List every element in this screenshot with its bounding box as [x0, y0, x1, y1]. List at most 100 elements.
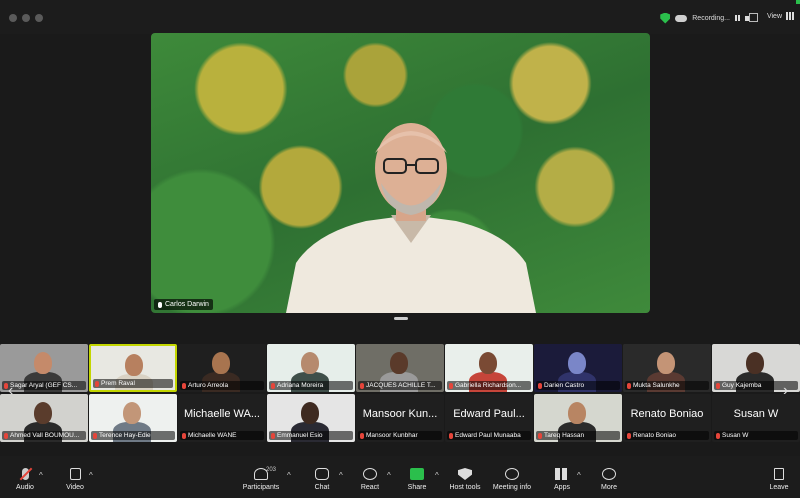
title-bar: Recording... View — [0, 0, 800, 34]
mic-muted-icon — [360, 382, 364, 389]
participant-head — [568, 402, 586, 424]
participant-head — [34, 352, 52, 374]
mic-muted-icon — [627, 432, 631, 439]
participant-display-name: Susan W — [733, 408, 779, 420]
participant-name-tag: Darien Castro — [536, 381, 620, 390]
participant-tile[interactable]: Mukta Salunkhe — [623, 344, 711, 392]
share-screen-icon — [410, 468, 424, 480]
view-button[interactable]: View — [767, 12, 794, 20]
participant-name: Sagar Aryal (GEF CS... — [10, 382, 78, 389]
more-button[interactable]: More — [579, 468, 639, 491]
meeting-toolbar: Audio ^ Video ^ 203 Participants ^ Chat … — [0, 456, 800, 498]
participant-head — [390, 352, 408, 374]
participant-head — [123, 402, 141, 424]
participant-head — [657, 352, 675, 374]
mic-muted-icon — [182, 432, 186, 439]
participant-name: Tareq Hassan — [544, 432, 585, 439]
video-button[interactable]: Video ^ — [45, 468, 105, 491]
participant-tile[interactable]: Emmanuel Esio — [267, 394, 355, 442]
participant-head — [34, 402, 52, 424]
participant-name-tag: Michaelle WANE — [180, 431, 264, 440]
participant-name-tag: Sagar Aryal (GEF CS... — [2, 381, 86, 390]
mic-on-icon — [158, 301, 162, 308]
participant-tile[interactable]: Prem Raval — [89, 344, 177, 392]
maximize-window-button[interactable] — [35, 14, 43, 22]
mic-muted-icon — [538, 432, 542, 439]
participant-name: Michaelle WANE — [188, 432, 237, 439]
participants-options-chevron-icon[interactable]: ^ — [287, 471, 291, 480]
participant-name-tag: Terence Hay-Edie — [91, 431, 175, 440]
video-camera-icon — [69, 468, 81, 480]
participant-name-tag: Renato Boniao — [625, 431, 709, 440]
participant-tile[interactable]: Gabriella Richardson... — [445, 344, 533, 392]
participant-head — [125, 354, 143, 376]
pause-recording-button[interactable] — [735, 15, 740, 21]
participant-name-tag: JACQUES ACHILLE T... — [358, 381, 442, 390]
participant-name-tag: Adriana Moreira — [269, 381, 353, 390]
mic-muted-icon — [360, 432, 364, 439]
speaker-name: Carlos Darwin — [165, 301, 209, 308]
participant-display-name: Edward Paul... — [453, 408, 525, 420]
participant-tile[interactable]: Renato Boniao Renato Boniao — [623, 394, 711, 442]
participant-tile[interactable]: JACQUES ACHILLE T... — [356, 344, 444, 392]
participant-name-tag: Mansoor Kunbhar — [358, 431, 442, 440]
mic-muted-icon — [627, 382, 631, 389]
participant-name: Susan W — [722, 432, 749, 439]
participant-tile[interactable]: Darien Castro — [534, 344, 622, 392]
mic-muted-icon — [93, 432, 97, 439]
participant-display-name: Mansoor Kun... — [362, 408, 438, 420]
video-label: Video — [66, 484, 84, 491]
participant-tile[interactable]: Susan W Susan W — [712, 394, 800, 442]
gallery-row-2: Ahmed Vall BOUMOU... Terence Hay-Edie Mich… — [0, 394, 800, 442]
participant-name-tag: Ahmed Vall BOUMOU... — [2, 431, 86, 440]
participant-tile[interactable]: Terence Hay-Edie — [89, 394, 177, 442]
gallery-next-arrow-icon[interactable]: › — [783, 382, 788, 400]
participant-tile[interactable]: Arturo Arreola — [178, 344, 266, 392]
speaker-name-tag: Carlos Darwin — [154, 299, 213, 310]
participant-name-tag: Gabriella Richardson... — [447, 381, 531, 390]
participant-name-tag: Emmanuel Esio — [269, 431, 353, 440]
apps-grid-icon — [555, 468, 569, 480]
resize-handle[interactable] — [394, 317, 408, 320]
participant-name: Ahmed Vall BOUMOU... — [10, 432, 80, 439]
mic-muted-icon — [449, 382, 453, 389]
gallery-layout-icon[interactable] — [749, 13, 758, 22]
participant-head — [301, 352, 319, 374]
cloud-recording-icon — [675, 14, 688, 22]
participant-head — [568, 352, 586, 374]
recording-label: Recording... — [692, 14, 730, 22]
video-options-chevron-icon[interactable]: ^ — [89, 471, 93, 480]
apps-label: Apps — [554, 484, 570, 491]
close-window-button[interactable] — [9, 14, 17, 22]
participant-name: Guy Kajemba — [722, 382, 762, 389]
status-indicator — [796, 0, 800, 4]
participant-name-tag: Edward Paul Munaaba — [447, 431, 531, 440]
gallery-prev-arrow-icon[interactable]: ‹ — [8, 382, 13, 400]
mic-muted-icon — [716, 382, 720, 389]
leave-button[interactable]: Leave — [749, 468, 800, 491]
minimize-window-button[interactable] — [22, 14, 30, 22]
encryption-shield-icon — [660, 12, 671, 24]
participant-name: Terence Hay-Edie — [99, 432, 151, 439]
participant-name: Darien Castro — [544, 382, 585, 389]
participant-tile[interactable]: Ahmed Vall BOUMOU... — [0, 394, 88, 442]
participant-name: Gabriella Richardson... — [455, 382, 522, 389]
active-speaker-video[interactable]: Carlos Darwin — [151, 33, 650, 313]
share-label: Share — [407, 484, 427, 491]
chat-label: Chat — [314, 484, 330, 491]
participant-head — [746, 352, 764, 374]
participant-tile[interactable]: Michaelle WA... Michaelle WANE — [178, 394, 266, 442]
mic-muted-icon — [182, 382, 186, 389]
recording-status: Recording... — [660, 10, 750, 26]
participant-name: Mukta Salunkhe — [633, 382, 680, 389]
chat-bubble-icon — [315, 468, 329, 480]
participant-name-tag: Susan W — [714, 431, 798, 440]
participants-button[interactable]: 203 Participants ^ — [231, 467, 291, 491]
meeting-info-label: Meeting info — [492, 484, 532, 491]
participant-tile[interactable]: Tareq Hassan — [534, 394, 622, 442]
participant-tile[interactable]: Mansoor Kun... Mansoor Kunbhar — [356, 394, 444, 442]
participant-tile[interactable]: Edward Paul... Edward Paul Munaaba — [445, 394, 533, 442]
leave-door-icon — [774, 468, 784, 480]
participant-tile[interactable]: Adriana Moreira — [267, 344, 355, 392]
audio-options-chevron-icon[interactable]: ^ — [39, 471, 43, 480]
